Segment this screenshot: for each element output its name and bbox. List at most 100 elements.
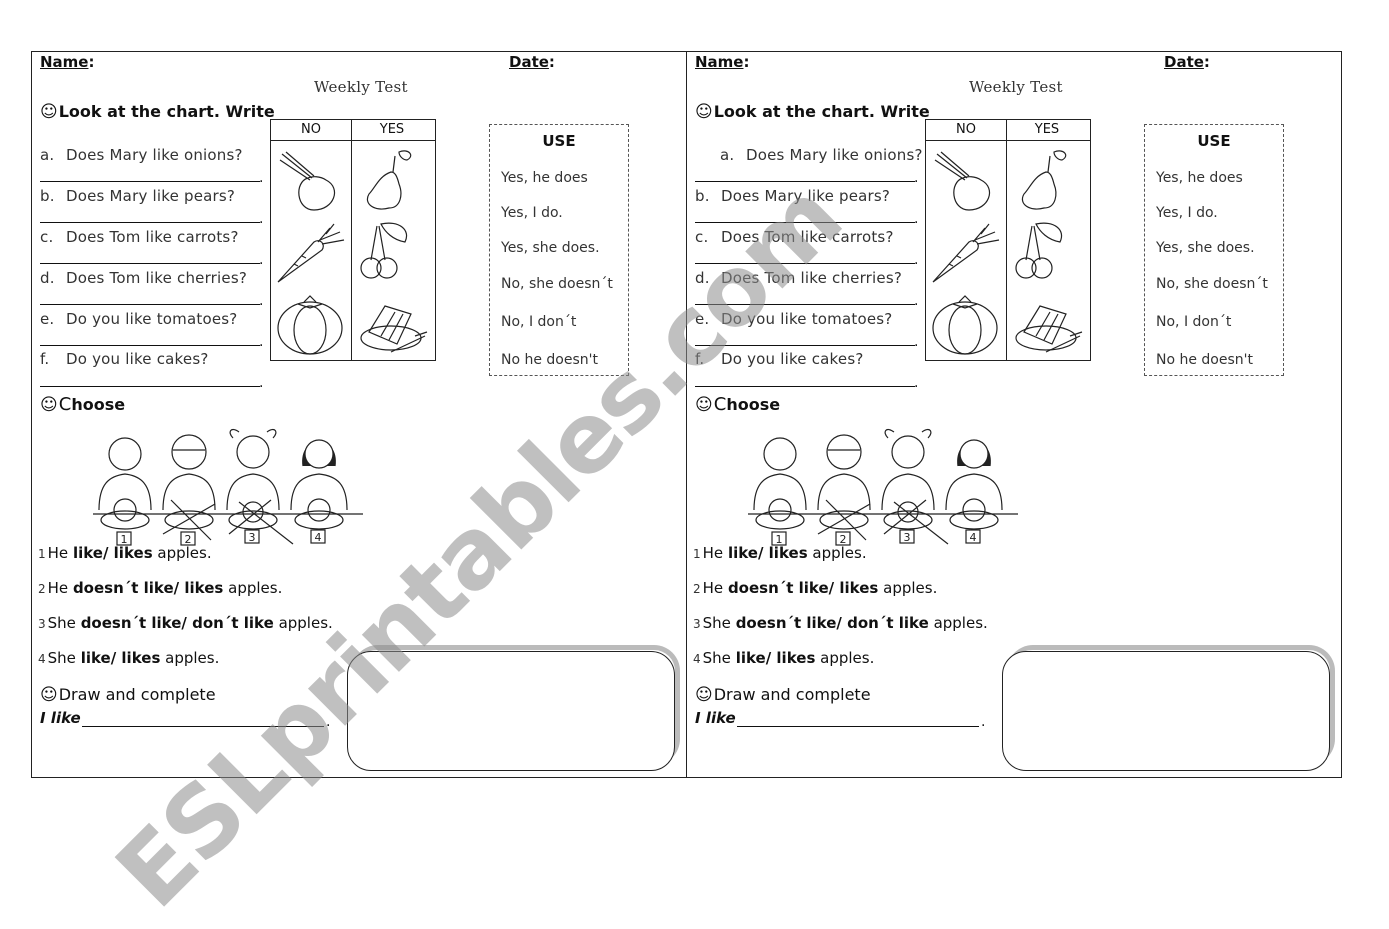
children-at-table-illustration: 1 2 3 4	[93, 428, 363, 546]
use-item: Yes, he does	[1156, 170, 1243, 186]
answer-line-b[interactable]	[695, 222, 915, 223]
section-choose: ☺Choose	[695, 394, 781, 415]
answer-line-c[interactable]	[695, 263, 915, 264]
chart-header-no: NO	[956, 122, 976, 137]
question-c: c. Does Tom like carrots?	[695, 228, 894, 246]
section-choose: ☺Choose	[40, 394, 126, 415]
likes-chart: NO YES	[925, 119, 1091, 361]
question-c: c. Does Tom like carrots?	[40, 228, 239, 246]
cherries-icon	[360, 222, 408, 279]
chart-header-yes: YES	[379, 122, 405, 137]
answer-line-e[interactable]	[695, 345, 915, 346]
answer-dot: .	[914, 293, 919, 309]
section-draw-complete: ☺Draw and complete	[40, 685, 216, 705]
choice-options[interactable]: doesn´t like/ don´t like	[81, 614, 274, 632]
choice-options[interactable]: doesn´t like/ don´t like	[736, 614, 929, 632]
use-box: USE Yes, he does Yes, I do. Yes, she doe…	[1144, 124, 1284, 376]
name-label: Name:	[40, 53, 95, 71]
chart-header-no: NO	[301, 122, 321, 137]
smiley-icon: ☺	[40, 102, 58, 122]
section-look-at-chart: ☺Look at the chart. Write	[40, 102, 275, 122]
i-like-answer-line[interactable]	[737, 726, 979, 727]
use-item: Yes, he does	[501, 170, 588, 186]
pear-icon	[366, 150, 412, 210]
children-at-table-illustration: 1 2 3 4	[748, 428, 1018, 546]
question-d: d. Does Tom like cherries?	[40, 269, 248, 287]
likes-chart: NO YES	[270, 119, 436, 361]
answer-dot: .	[914, 170, 919, 186]
use-item: No, I don´t	[501, 314, 577, 330]
worksheet-title: Weekly Test	[314, 78, 408, 96]
answer-line-a[interactable]	[40, 181, 260, 182]
use-item: No he doesn't	[501, 352, 598, 368]
cake-icon	[1015, 305, 1083, 353]
use-item: Yes, I do.	[501, 205, 563, 221]
use-box-title: USE	[1197, 132, 1231, 150]
answer-line-b[interactable]	[40, 222, 260, 223]
answer-line-f[interactable]	[40, 386, 260, 387]
answer-dot: .	[259, 293, 264, 309]
carrot-icon	[277, 223, 345, 283]
statement-3: 3 She doesn´t like/ don´t like apples.	[38, 614, 333, 632]
i-like-prompt: I like	[695, 709, 736, 727]
use-box-title: USE	[542, 132, 576, 150]
answer-line-e[interactable]	[40, 345, 260, 346]
smiley-icon: ☺	[40, 685, 58, 705]
i-like-answer-line[interactable]	[82, 726, 324, 727]
answer-dot: .	[914, 375, 919, 391]
onion-icon	[934, 151, 991, 211]
question-b: b. Does Mary like pears?	[40, 187, 236, 205]
question-e: e. Do you like tomatoes?	[40, 310, 238, 328]
kid-number-3: 3	[904, 531, 911, 544]
choice-options[interactable]: like/ likes	[73, 544, 153, 562]
date-label: Date:	[509, 53, 555, 71]
use-item: No, she doesn´t	[1156, 276, 1268, 292]
kid-number-3: 3	[249, 531, 256, 544]
carrot-icon	[932, 223, 1000, 283]
statement-1: 1 He like/ likes apples.	[38, 544, 212, 562]
worksheet-title: Weekly Test	[969, 78, 1063, 96]
answer-dot: .	[259, 211, 264, 227]
statement-2: 2 He doesn´t like/ likes apples.	[693, 579, 938, 597]
use-item: No, I don´t	[1156, 314, 1232, 330]
onion-icon	[279, 151, 336, 211]
tomato-icon	[932, 295, 998, 355]
kid-number-4: 4	[970, 531, 977, 544]
answer-line-c[interactable]	[40, 263, 260, 264]
answer-dot: .	[326, 714, 331, 730]
statement-2: 2 He doesn´t like/ likes apples.	[38, 579, 283, 597]
date-label: Date:	[1164, 53, 1210, 71]
answer-dot: .	[914, 252, 919, 268]
cake-icon	[360, 305, 428, 353]
i-like-prompt: I like	[40, 709, 81, 727]
smiley-icon: ☺	[695, 395, 713, 415]
kid-number-4: 4	[315, 531, 322, 544]
cherries-icon	[1015, 222, 1063, 279]
answer-dot: .	[914, 211, 919, 227]
drawing-box[interactable]	[347, 651, 675, 771]
smiley-icon: ☺	[40, 395, 58, 415]
question-e: e. Do you like tomatoes?	[695, 310, 893, 328]
answer-dot: .	[259, 334, 264, 350]
question-d: d. Does Tom like cherries?	[695, 269, 903, 287]
answer-line-d[interactable]	[695, 304, 915, 305]
answer-dot: .	[259, 170, 264, 186]
choice-options[interactable]: like/ likes	[81, 649, 161, 667]
choice-options[interactable]: like/ likes	[736, 649, 816, 667]
smiley-icon: ☺	[695, 685, 713, 705]
statement-3: 3 She doesn´t like/ don´t like apples.	[693, 614, 988, 632]
drawing-box[interactable]	[1002, 651, 1330, 771]
question-f: f. Do you like cakes?	[40, 350, 209, 368]
choice-options[interactable]: like/ likes	[728, 544, 808, 562]
answer-line-d[interactable]	[40, 304, 260, 305]
use-item: Yes, she does.	[501, 240, 600, 256]
answer-dot: .	[259, 375, 264, 391]
answer-line-a[interactable]	[695, 181, 915, 182]
question-a: a. Does Mary like onions?	[720, 146, 923, 164]
question-a: a. Does Mary like onions?	[40, 146, 243, 164]
use-item: Yes, she does.	[1156, 240, 1255, 256]
choice-options[interactable]: doesn´t like/ likes	[73, 579, 223, 597]
answer-line-f[interactable]	[695, 386, 915, 387]
choice-options[interactable]: doesn´t like/ likes	[728, 579, 878, 597]
question-f: f. Do you like cakes?	[695, 350, 864, 368]
